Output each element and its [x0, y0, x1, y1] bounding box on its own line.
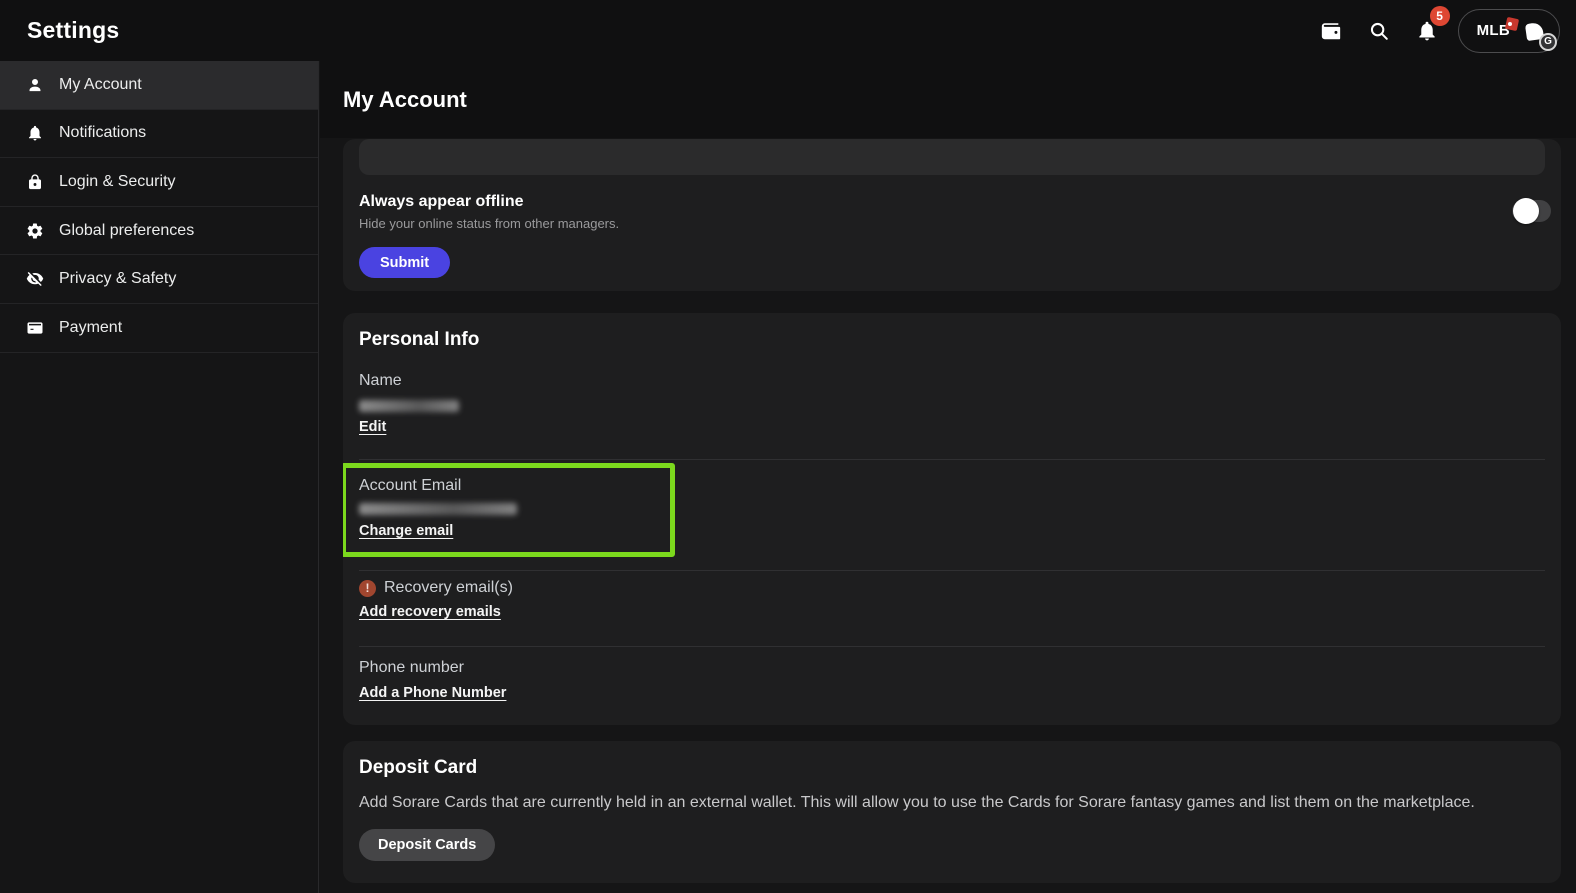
settings-content: Always appear offline Hide your online s… [320, 138, 1576, 893]
phone-number-label: Phone number [359, 659, 464, 677]
user-icon [26, 76, 44, 94]
deposit-cards-button[interactable]: Deposit Cards [359, 829, 495, 861]
sidebar-item-label: Notifications [59, 124, 146, 142]
recovery-email-row: ! Recovery email(s) [359, 579, 513, 597]
toggle-knob [1513, 198, 1539, 224]
sidebar-item-my-account[interactable]: My Account [0, 61, 318, 110]
divider [359, 459, 1545, 460]
topbar: Settings 5 MLB [0, 0, 1576, 61]
personal-info-card: Personal Info Name Edit Account Email Ch… [343, 313, 1561, 725]
deposit-card-description: Add Sorare Cards that are currently held… [359, 794, 1475, 812]
wallet-button[interactable] [1314, 14, 1348, 48]
warning-icon: ! [359, 580, 376, 597]
section-header: My Account [320, 61, 1576, 138]
deposit-card-section: Deposit Card Add Sorare Cards that are c… [343, 741, 1561, 883]
submit-button[interactable]: Submit [359, 247, 450, 278]
redacted-email-value [359, 503, 517, 515]
appear-offline-card: Always appear offline Hide your online s… [343, 139, 1561, 291]
credit-card-icon [26, 319, 44, 337]
appear-offline-title: Always appear offline [359, 193, 524, 211]
change-email-link[interactable]: Change email [359, 523, 453, 539]
divider [359, 646, 1545, 647]
deposit-card-title: Deposit Card [359, 757, 477, 779]
avatar: G [1520, 14, 1554, 48]
settings-sidebar: My Account Notifications Login & Securit… [0, 61, 319, 893]
gear-icon [26, 222, 44, 240]
eye-off-icon [26, 270, 44, 288]
page-title: Settings [27, 17, 119, 44]
wallet-icon [1320, 20, 1342, 42]
sidebar-item-label: Login & Security [59, 173, 176, 191]
sidebar-item-payment[interactable]: Payment [0, 304, 318, 353]
notifications-button[interactable]: 5 [1410, 14, 1444, 48]
add-recovery-emails-link[interactable]: Add recovery emails [359, 604, 501, 620]
club-description-input[interactable] [359, 139, 1545, 175]
avatar-g-badge: G [1539, 33, 1557, 51]
sidebar-item-label: Global preferences [59, 222, 194, 240]
add-phone-number-link[interactable]: Add a Phone Number [359, 685, 506, 701]
appear-offline-description: Hide your online status from other manag… [359, 216, 619, 231]
sidebar-item-label: My Account [59, 76, 142, 94]
sidebar-item-label: Payment [59, 319, 122, 337]
recovery-email-label: Recovery email(s) [384, 579, 513, 597]
sidebar-item-notifications[interactable]: Notifications [0, 110, 318, 159]
lock-icon [26, 173, 44, 191]
bell-icon [26, 124, 44, 142]
appear-offline-toggle[interactable] [1512, 200, 1551, 222]
search-icon [1368, 20, 1390, 42]
sidebar-item-label: Privacy & Safety [59, 270, 176, 288]
account-email-label: Account Email [359, 477, 461, 495]
notification-count-badge: 5 [1430, 6, 1450, 26]
profile-menu-button[interactable]: MLB G [1458, 9, 1560, 53]
personal-info-title: Personal Info [359, 329, 479, 351]
edit-name-link[interactable]: Edit [359, 419, 386, 435]
redacted-name-value [359, 400, 459, 412]
topbar-actions: 5 MLB G [1314, 9, 1560, 53]
name-label: Name [359, 372, 402, 390]
sidebar-item-login-security[interactable]: Login & Security [0, 158, 318, 207]
sidebar-item-privacy-safety[interactable]: Privacy & Safety [0, 255, 318, 304]
sidebar-item-global-preferences[interactable]: Global preferences [0, 207, 318, 256]
search-button[interactable] [1362, 14, 1396, 48]
divider [359, 570, 1545, 571]
section-title: My Account [343, 87, 467, 113]
